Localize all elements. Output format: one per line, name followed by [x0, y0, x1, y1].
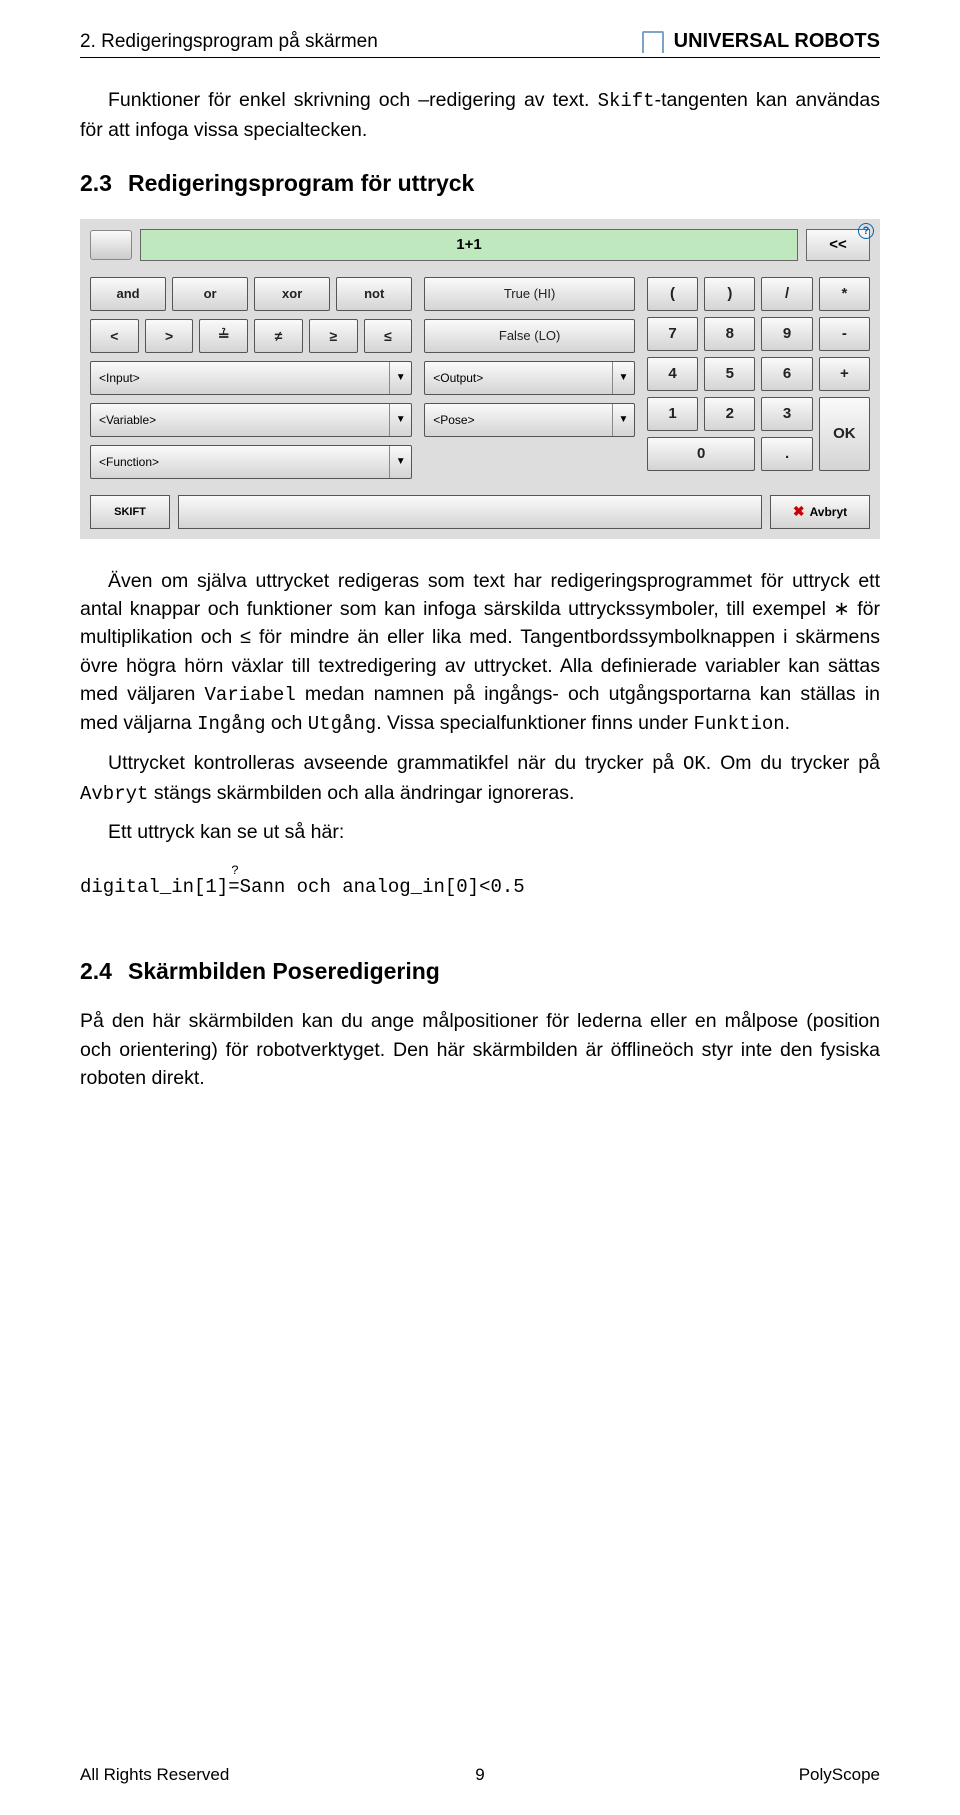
expr-a: digital_in[1] — [80, 876, 228, 898]
brand-logo: UNIVERSAL ROBOTS — [642, 30, 880, 53]
page-header: 2. Redigeringsprogram på skärmen UNIVERS… — [80, 30, 880, 58]
section-num: 2.3 — [80, 170, 112, 196]
section-2-3-p1: Även om själva uttrycket redigeras som t… — [80, 567, 880, 739]
xor-button[interactable]: xor — [254, 277, 330, 311]
cancel-label: Avbryt — [810, 505, 848, 519]
rparen-button[interactable]: ) — [704, 277, 755, 311]
not-button[interactable]: not — [336, 277, 412, 311]
minus-button[interactable]: - — [819, 317, 870, 351]
plus-button[interactable]: + — [819, 357, 870, 391]
six-button[interactable]: 6 — [761, 357, 812, 391]
expr-b: Sann och analog_in[0]<0.5 — [240, 876, 525, 898]
function-selector-label: <Function> — [91, 455, 389, 469]
help-icon[interactable]: ? — [858, 223, 874, 239]
chevron-down-icon: ▼ — [389, 446, 411, 478]
input-selector-label: <Input> — [91, 371, 389, 385]
kw-ingang: Ingång — [197, 713, 265, 735]
qeq-button[interactable]: ≟ — [199, 319, 248, 353]
three-button[interactable]: 3 — [761, 397, 812, 431]
lt-button[interactable]: < — [90, 319, 139, 353]
chevron-down-icon: ▼ — [612, 404, 634, 436]
eight-button[interactable]: 8 — [704, 317, 755, 351]
page-footer: All Rights Reserved 9 PolyScope — [80, 1765, 880, 1785]
ok-button[interactable]: OK — [819, 397, 870, 471]
dot-button[interactable]: . — [761, 437, 812, 471]
expression-example: digital_in[1]?=Sann och analog_in[0]<0.5 — [80, 876, 880, 898]
kw-avbryt: Avbryt — [80, 783, 148, 805]
shift-button[interactable]: SKIFT — [90, 495, 170, 529]
intro-paragraph: Funktioner för enkel skrivning och –redi… — [80, 86, 880, 144]
output-selector[interactable]: <Output> ▼ — [424, 361, 635, 395]
qeq-symbol: ?= — [228, 876, 239, 898]
spacebar-button[interactable] — [178, 495, 762, 529]
four-button[interactable]: 4 — [647, 357, 698, 391]
t5: . — [785, 712, 790, 734]
section-2-3-p2: Uttrycket kontrolleras avseende grammati… — [80, 749, 880, 808]
kw-ok: OK — [683, 753, 706, 775]
t3: och — [265, 712, 307, 734]
close-icon: ✖ — [793, 503, 805, 520]
five-button[interactable]: 5 — [704, 357, 755, 391]
input-selector[interactable]: <Input> ▼ — [90, 361, 412, 395]
footer-page-number: 9 — [80, 1765, 880, 1785]
skift-keyword: Skift — [598, 90, 655, 112]
gte-button[interactable]: ≥ — [309, 319, 358, 353]
keyboard-toggle-icon[interactable] — [90, 230, 132, 260]
lte-button[interactable]: ≤ — [364, 319, 413, 353]
and-button[interactable]: and — [90, 277, 166, 311]
true-button[interactable]: True (HI) — [424, 277, 635, 311]
one-button[interactable]: 1 — [647, 397, 698, 431]
gt-button[interactable]: > — [145, 319, 194, 353]
t4: . Vissa specialfunktioner finns under — [376, 712, 693, 734]
chevron-down-icon: ▼ — [389, 362, 411, 394]
kw-funktion: Funktion — [693, 713, 784, 735]
running-title: 2. Redigeringsprogram på skärmen — [80, 31, 378, 53]
section-title: Redigeringsprogram för uttryck — [128, 170, 474, 196]
divide-button[interactable]: / — [761, 277, 812, 311]
chevron-down-icon: ▼ — [612, 362, 634, 394]
expression-input[interactable]: 1+1 — [140, 229, 798, 261]
lparen-button[interactable]: ( — [647, 277, 698, 311]
output-selector-label: <Output> — [425, 371, 612, 385]
section-num-24: 2.4 — [80, 958, 112, 984]
two-button[interactable]: 2 — [704, 397, 755, 431]
brand-text: UNIVERSAL ROBOTS — [674, 30, 880, 53]
expression-editor-figure: ? 1+1 << and or xor not < > ≟ ≠ ≥ ≤ <Inp… — [80, 219, 880, 539]
cancel-button[interactable]: ✖ Avbryt — [770, 495, 870, 529]
neq-button[interactable]: ≠ — [254, 319, 303, 353]
variable-selector-label: <Variable> — [91, 413, 389, 427]
section-title-24: Skärmbilden Poseredigering — [128, 958, 440, 984]
nine-button[interactable]: 9 — [761, 317, 812, 351]
function-selector[interactable]: <Function> ▼ — [90, 445, 412, 479]
chevron-down-icon: ▼ — [389, 404, 411, 436]
or-button[interactable]: or — [172, 277, 248, 311]
intro-text-1: Funktioner för enkel skrivning och –redi… — [108, 89, 598, 111]
section-2-4-body: På den här skärmbilden kan du ange målpo… — [80, 1007, 880, 1092]
ur-logo-icon — [642, 31, 664, 53]
section-2-4-heading: 2.4 Skärmbilden Poseredigering — [80, 958, 880, 985]
kw-variabel: Variabel — [205, 684, 296, 706]
section-2-3-p3: Ett uttryck kan se ut så här: — [80, 818, 880, 846]
expr-value: 1+1 — [456, 236, 481, 253]
multiply-button[interactable]: * — [819, 277, 870, 311]
variable-selector[interactable]: <Variable> ▼ — [90, 403, 412, 437]
pose-selector-label: <Pose> — [425, 413, 612, 427]
false-button[interactable]: False (LO) — [424, 319, 635, 353]
kw-utgang: Utgång — [308, 713, 376, 735]
seven-button[interactable]: 7 — [647, 317, 698, 351]
pose-selector[interactable]: <Pose> ▼ — [424, 403, 635, 437]
zero-button[interactable]: 0 — [647, 437, 756, 471]
section-2-3-heading: 2.3 Redigeringsprogram för uttryck — [80, 170, 880, 197]
t6: Uttrycket kontrolleras avseende grammati… — [108, 752, 683, 774]
t7: . Om du trycker på — [706, 752, 880, 774]
t8: stängs skärmbilden och alla ändringar ig… — [148, 782, 574, 804]
